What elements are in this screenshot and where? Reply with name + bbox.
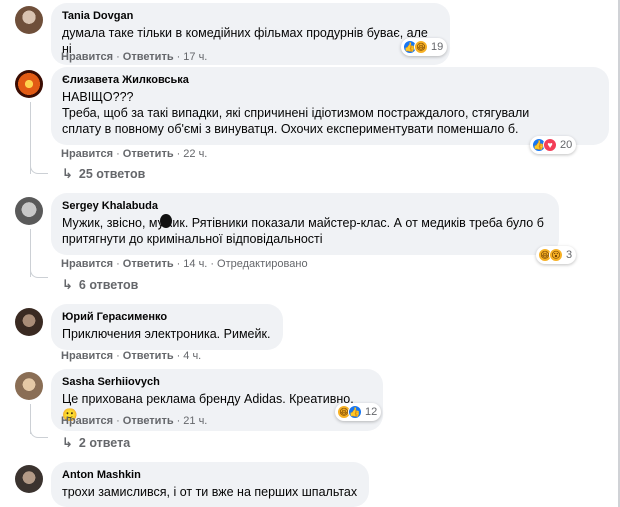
reaction-count[interactable]: 😆 😮 3 [536,246,577,264]
comment-text: НАВІЩО??? Треба, щоб за такі випадки, як… [62,90,530,136]
comment-time[interactable]: 4 ч. [183,350,201,362]
view-replies-button[interactable]: ↳ 6 ответов [62,277,138,293]
like-button[interactable]: Нравится [61,258,113,270]
like-button[interactable]: Нравится [61,350,113,362]
like-button[interactable]: Нравится [61,148,113,160]
comment-bubble: Юрий Герасименко Приключения электроника… [51,304,283,350]
comment-author[interactable]: Anton Mashkin [62,469,358,482]
comment-time[interactable]: 17 ч. [183,51,207,63]
view-replies-button[interactable]: ↳ 25 ответов [62,166,145,182]
reply-arrow-icon: ↳ [62,277,73,292]
avatar[interactable] [15,6,43,34]
avatar[interactable] [15,372,43,400]
comment-time[interactable]: 14 ч. [183,258,207,270]
comment-author[interactable]: Єлизавета Жилковська [62,74,598,87]
comment-author[interactable]: Sergey Khalabuda [62,200,548,213]
comment-text: Приключения электроника. Римейк. [62,327,271,341]
comment-actions: Нравится · Ответить · 14 ч. · Отредактировано [61,258,308,270]
comment-author[interactable]: Юрий Герасименко [62,311,272,324]
edited-label[interactable]: Отредактировано [217,258,308,270]
reply-button[interactable]: Ответить [123,148,174,160]
comment-actions: Нравится · Ответить · 21 ч. [61,415,208,427]
comment-bubble: Єлизавета Жилковська НАВІЩО??? Треба, що… [51,67,609,145]
reply-button[interactable]: Ответить [123,415,174,427]
haha-reaction-icon: 😆 [414,40,428,54]
view-replies-button[interactable]: ↳ 2 ответа [62,435,130,451]
comment-bubble: Sergey Khalabuda Мужик, звісно, мужик. Р… [51,193,559,255]
reply-button[interactable]: Ответить [123,350,174,362]
comment-actions: Нравится · Ответить · 22 ч. [61,148,208,160]
thread-curve [30,428,48,438]
reply-button[interactable]: Ответить [123,258,174,270]
avatar[interactable] [15,70,43,98]
avatar[interactable] [15,465,43,493]
comment-time[interactable]: 21 ч. [183,415,207,427]
comment-text: Мужик, звісно, мужик. Рятівники показали… [62,216,544,246]
reaction-count[interactable]: 👍 😆 19 [401,38,448,56]
reaction-count[interactable]: 😆 👍 12 [335,403,382,421]
like-button[interactable]: Нравится [61,51,113,63]
avatar[interactable] [15,308,43,336]
comment-author[interactable]: Sasha Serhiiovych [62,376,372,389]
wow-reaction-icon: 😮 [549,248,563,262]
comment-time[interactable]: 22 ч. [183,148,207,160]
thread-curve [30,164,48,174]
thread-curve [30,268,48,278]
reply-arrow-icon: ↳ [62,435,73,450]
comment-text: трохи замислився, і от ти вже на перших … [62,485,358,499]
like-button[interactable]: Нравится [61,415,113,427]
comment-bubble: Anton Mashkin трохи замислився, і от ти … [51,462,369,507]
love-reaction-icon: ♥ [543,138,557,152]
avatar[interactable] [15,197,43,225]
reply-arrow-icon: ↳ [62,166,73,181]
comment-author[interactable]: Tania Dovgan [62,10,439,23]
reply-button[interactable]: Ответить [123,51,174,63]
reaction-count[interactable]: 👍 ♥ 20 [530,136,577,154]
comment-actions: Нравится · Ответить · 4 ч. [61,350,202,362]
mouse-cursor [160,214,172,228]
like-reaction-icon: 👍 [348,405,362,419]
comment-actions: Нравится · Ответить · 17 ч. [61,51,208,63]
